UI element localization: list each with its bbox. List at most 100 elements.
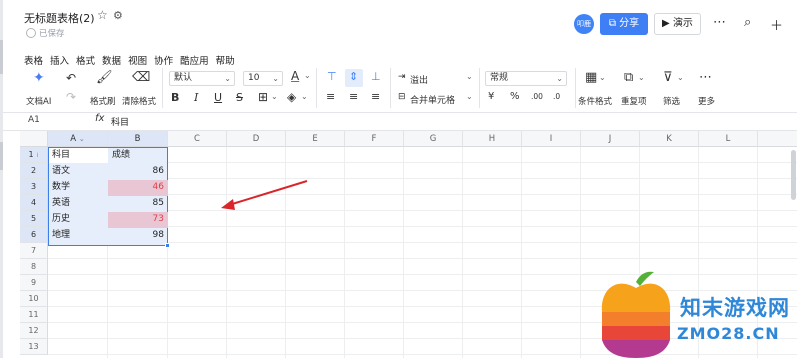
duplicate-icon[interactable]: ⧉	[624, 70, 633, 85]
menu-item-insert[interactable]: 插入	[50, 53, 69, 67]
column-header-k[interactable]: K	[640, 131, 699, 147]
filter-icon[interactable]: ⊽	[663, 70, 673, 85]
conditional-format-icon[interactable]: ▦	[585, 70, 597, 85]
undo-icon[interactable]: ↶	[66, 71, 76, 85]
row-header[interactable]: 11	[20, 307, 48, 323]
table-cell[interactable]: 73	[109, 211, 167, 227]
table-cell[interactable]: 86	[109, 163, 167, 179]
row-header[interactable]: 3	[20, 179, 48, 195]
font-color-icon[interactable]: A	[291, 69, 299, 83]
star-icon[interactable]: ☆	[97, 8, 108, 22]
font-name-select[interactable]: 默认 ⌄	[169, 71, 235, 86]
conditional-format-label[interactable]: 条件格式	[578, 95, 612, 107]
chevron-down-icon[interactable]: ⌄	[638, 73, 645, 82]
menu-item-view[interactable]: 视图	[128, 53, 147, 67]
column-header-a[interactable]: A ⌄	[48, 131, 108, 147]
border-icon[interactable]: ⊞	[258, 90, 268, 104]
table-cell[interactable]: 98	[109, 227, 167, 243]
chevron-down-icon[interactable]: ⌄	[301, 92, 308, 101]
table-cell[interactable]: 地理	[49, 227, 107, 243]
filter-label[interactable]: 筛选	[663, 95, 680, 107]
menu-item-data[interactable]: 数据	[102, 53, 121, 67]
table-cell[interactable]: 成绩	[109, 147, 167, 163]
format-painter-icon[interactable]: 🖌	[96, 70, 113, 85]
search-icon[interactable]: ⌕	[744, 15, 751, 30]
chevron-down-icon[interactable]: ⌄	[271, 92, 278, 101]
table-cell[interactable]: 英语	[49, 195, 107, 211]
select-all-corner[interactable]	[20, 131, 48, 147]
avatar[interactable]: 叩鹿	[574, 14, 594, 34]
format-painter-label[interactable]: 格式刷	[90, 95, 116, 107]
align-left-icon[interactable]: ≡	[326, 90, 335, 103]
merge-icon[interactable]: ⊟	[398, 92, 406, 102]
menu-item-collab[interactable]: 协作	[154, 53, 173, 67]
row-header[interactable]: 5	[20, 211, 48, 227]
chevron-down-icon[interactable]: ⌄	[466, 72, 473, 81]
present-button[interactable]: ▶ 演示	[654, 13, 701, 35]
more-label[interactable]: 更多	[698, 95, 715, 107]
increase-decimal-icon[interactable]: .00	[531, 92, 543, 101]
table-cell[interactable]: 数学	[49, 179, 107, 195]
wrap-label[interactable]: 溢出	[410, 73, 428, 86]
duplicate-label[interactable]: 重复项	[621, 95, 647, 107]
align-top-icon[interactable]: ⊤	[327, 70, 337, 83]
fill-handle[interactable]	[165, 243, 170, 248]
more-icon[interactable]: ⋯	[699, 70, 712, 85]
row-header[interactable]: 6	[20, 227, 48, 243]
row-header[interactable]: 10	[20, 291, 48, 307]
font-size-select[interactable]: 10 ⌄	[243, 71, 283, 86]
table-cell[interactable]: 85	[109, 195, 167, 211]
merge-label[interactable]: 合并单元格	[410, 93, 455, 106]
chevron-down-icon[interactable]: ⌄	[677, 73, 684, 82]
align-bottom-icon[interactable]: ⊥	[371, 70, 381, 83]
row-header[interactable]: 4	[20, 195, 48, 211]
menu-item-table[interactable]: 表格	[24, 53, 43, 67]
wrap-icon[interactable]: ⇥	[398, 72, 406, 82]
decrease-decimal-icon[interactable]: .0	[553, 92, 560, 101]
table-cell[interactable]: 46	[109, 179, 167, 195]
column-header-h[interactable]: H	[463, 131, 522, 147]
column-header-f[interactable]: F	[345, 131, 404, 147]
menu-item-help[interactable]: 帮助	[216, 53, 235, 67]
formula-input[interactable]: 科目	[111, 115, 129, 128]
row-header[interactable]: 9	[20, 275, 48, 291]
bold-icon[interactable]: B	[171, 91, 179, 104]
eraser-icon[interactable]: ⌫	[132, 70, 150, 85]
underline-icon[interactable]: U	[214, 91, 222, 104]
italic-icon[interactable]: I	[194, 91, 198, 104]
align-right-icon[interactable]: ≡	[371, 90, 380, 103]
column-header-j[interactable]: J	[581, 131, 640, 147]
column-header-i[interactable]: I	[522, 131, 581, 147]
column-header-c[interactable]: C	[168, 131, 227, 147]
align-middle-icon[interactable]: ⇕	[349, 70, 358, 83]
ai-label[interactable]: 文档AI	[26, 95, 51, 107]
chevron-down-icon[interactable]: ⌄	[599, 73, 606, 82]
column-header-e[interactable]: E	[286, 131, 345, 147]
share-button[interactable]: ⧉ 分享	[600, 13, 648, 35]
table-cell[interactable]: 语文	[49, 163, 107, 179]
table-cell[interactable]: 科目	[49, 147, 107, 163]
chevron-down-icon[interactable]: ⌄	[466, 92, 473, 101]
row-header[interactable]: 1 ⁞	[20, 147, 48, 163]
cell-reference[interactable]: A1	[28, 115, 40, 125]
ai-icon[interactable]: ✦	[33, 70, 45, 86]
percent-icon[interactable]: %	[510, 91, 520, 102]
menu-item-format[interactable]: 格式	[76, 53, 95, 67]
menu-item-apps[interactable]: 酷应用	[180, 53, 209, 67]
table-cell[interactable]: 历史	[49, 211, 107, 227]
vertical-scrollbar[interactable]	[791, 150, 796, 200]
row-header[interactable]: 7	[20, 243, 48, 259]
column-header-d[interactable]: D	[227, 131, 286, 147]
row-header[interactable]: 12	[20, 323, 48, 339]
fill-color-icon[interactable]: ◈	[287, 90, 296, 104]
column-header-l[interactable]: L	[699, 131, 758, 147]
row-header[interactable]: 13	[20, 339, 48, 355]
strikethrough-icon[interactable]: S	[236, 91, 243, 104]
settings-icon[interactable]: ⚙	[113, 9, 123, 22]
row-header[interactable]: 2	[20, 163, 48, 179]
column-header-b[interactable]: B	[108, 131, 168, 147]
clear-format-label[interactable]: 清除格式	[122, 95, 156, 107]
column-header-g[interactable]: G	[404, 131, 463, 147]
add-icon[interactable]: ＋	[770, 15, 783, 34]
more-icon[interactable]: ⋯	[713, 15, 726, 30]
